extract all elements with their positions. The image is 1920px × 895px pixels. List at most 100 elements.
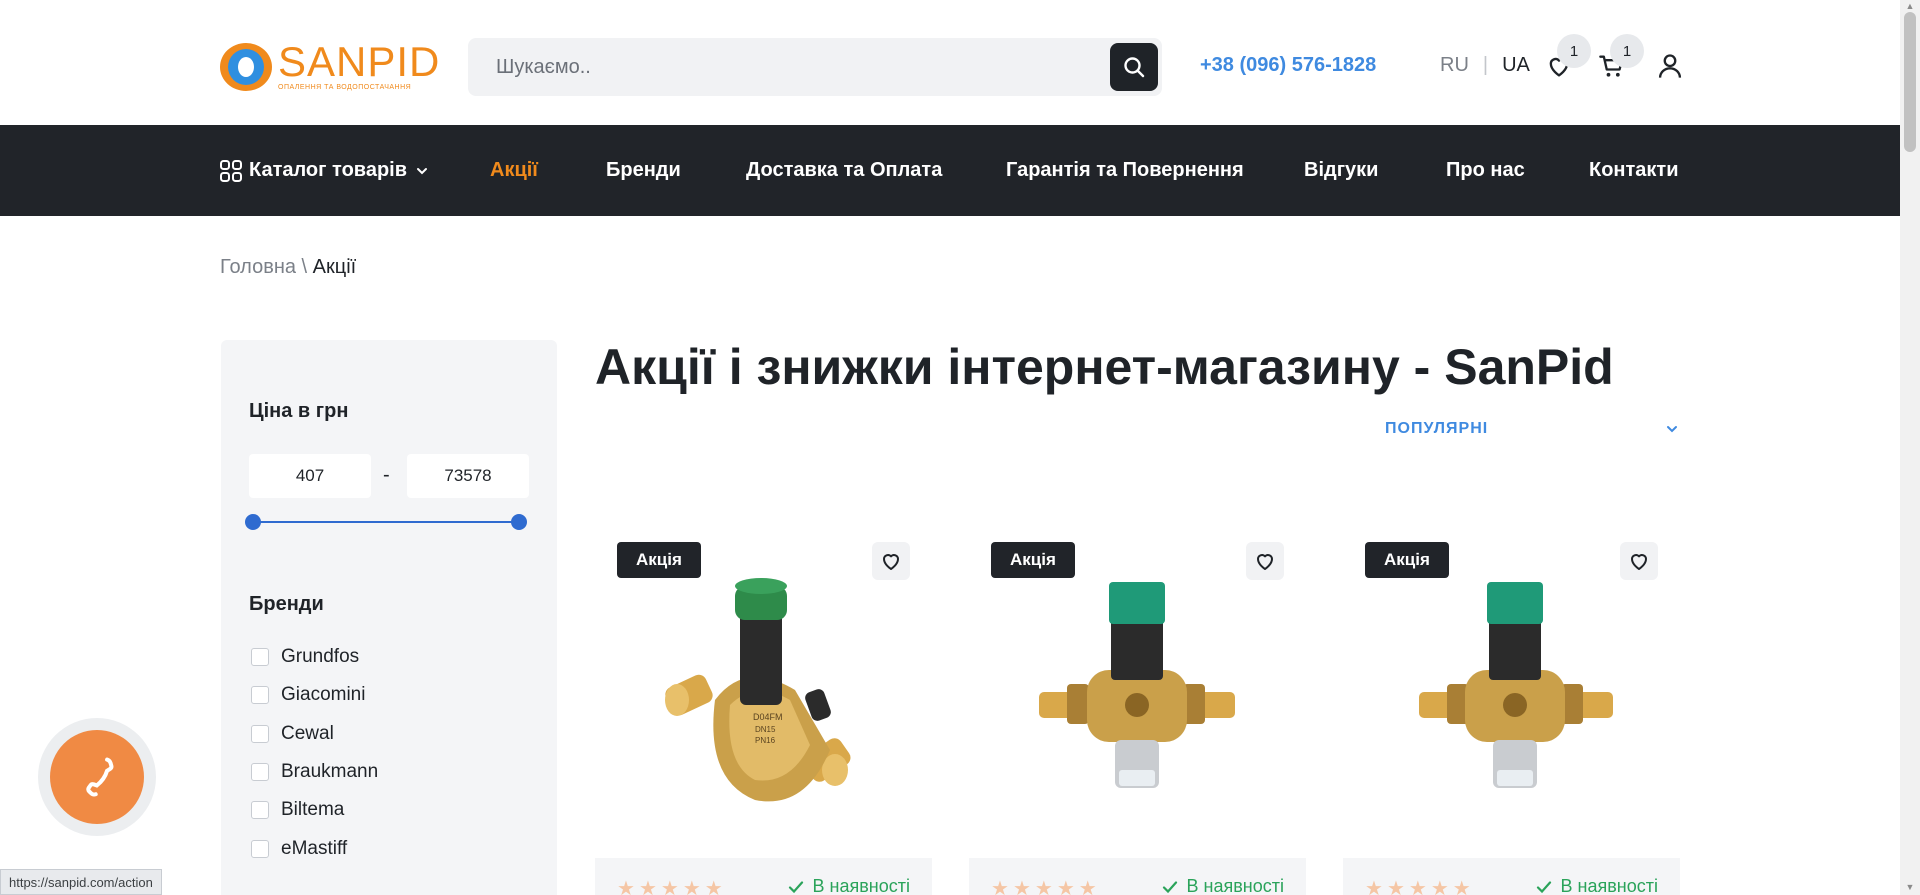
scroll-up-arrow-icon[interactable]: ▲ bbox=[1905, 1, 1915, 11]
nav-delivery[interactable]: Доставка та Оплата bbox=[746, 125, 942, 216]
page-scrollbar[interactable]: ▲ ▼ bbox=[1900, 0, 1920, 895]
search-input[interactable] bbox=[496, 38, 1056, 96]
add-to-wishlist-button[interactable] bbox=[872, 542, 910, 580]
logo-name: SANPID bbox=[278, 38, 441, 85]
pressure-reducer-valve-image bbox=[1419, 582, 1613, 788]
product-card[interactable]: Акція ★ ★ ★ ★ ★ В наявності bbox=[1343, 540, 1680, 895]
star-icon: ★ bbox=[1078, 878, 1097, 895]
checkbox[interactable] bbox=[251, 648, 269, 666]
brand-label: eMastiff bbox=[281, 838, 348, 859]
search-button[interactable] bbox=[1110, 43, 1158, 91]
svg-text:D04FM: D04FM bbox=[753, 712, 783, 722]
star-icon: ★ bbox=[1452, 878, 1471, 895]
site-header: SANPID ОПАЛЕННЯ ТА ВОДОПОСТАЧАННЯ +38 (0… bbox=[0, 0, 1900, 125]
account-button[interactable] bbox=[1656, 52, 1686, 82]
add-to-wishlist-button[interactable] bbox=[1246, 542, 1284, 580]
brand-option-emastiff[interactable]: eMastiff bbox=[251, 838, 347, 860]
chevron-down-icon bbox=[1667, 426, 1677, 433]
nav-about[interactable]: Про нас bbox=[1446, 125, 1525, 216]
check-icon bbox=[1536, 880, 1551, 893]
stock-label: В наявності bbox=[812, 876, 910, 895]
breadcrumb-home[interactable]: Головна bbox=[220, 256, 296, 278]
checkbox[interactable] bbox=[251, 763, 269, 781]
brand-option-biltema[interactable]: Biltema bbox=[251, 799, 344, 821]
sort-select[interactable]: ПОПУЛЯРНІ bbox=[1385, 420, 1679, 438]
star-icon: ★ bbox=[660, 878, 679, 895]
checkbox[interactable] bbox=[251, 801, 269, 819]
checkbox[interactable] bbox=[251, 840, 269, 858]
cart-count-badge: 1 bbox=[1610, 34, 1644, 68]
star-icon: ★ bbox=[617, 878, 635, 895]
star-icon: ★ bbox=[1430, 878, 1449, 895]
heart-icon bbox=[1631, 554, 1647, 570]
wishlist-button[interactable]: 1 bbox=[1545, 34, 1591, 82]
product-card[interactable]: D04FM DN15 PN16 Акція ★ ★ ★ ★ ★ В наявності bbox=[595, 540, 932, 895]
site-logo[interactable]: SANPID ОПАЛЕННЯ ТА ВОДОПОСТАЧАННЯ bbox=[220, 38, 441, 91]
price-filter-title: Ціна в грн bbox=[249, 400, 349, 422]
nav-warranty[interactable]: Гарантія та Повернення bbox=[1006, 125, 1244, 216]
nav-reviews[interactable]: Відгуки bbox=[1304, 125, 1378, 216]
nav-catalog[interactable]: Каталог товарів bbox=[220, 125, 429, 216]
scroll-down-arrow-icon[interactable]: ▼ bbox=[1905, 882, 1915, 892]
nav-brands[interactable]: Бренди bbox=[606, 125, 681, 216]
checkbox[interactable] bbox=[251, 725, 269, 743]
add-to-wishlist-button[interactable] bbox=[1620, 542, 1658, 580]
scrollbar-thumb[interactable] bbox=[1904, 12, 1916, 152]
star-icon: ★ bbox=[1056, 878, 1075, 895]
main-nav: Каталог товарів Акції Бренди Доставка та… bbox=[0, 125, 1900, 216]
lang-ua[interactable]: UA bbox=[1502, 54, 1530, 77]
grid-icon bbox=[220, 159, 242, 182]
promo-tag: Акція bbox=[991, 542, 1075, 578]
status-bar-url: https://sanpid.com/action bbox=[0, 869, 162, 895]
callback-button[interactable] bbox=[38, 718, 156, 836]
user-icon bbox=[1658, 54, 1682, 78]
stock-label: В наявності bbox=[1186, 876, 1284, 895]
logo-icon bbox=[220, 42, 272, 91]
brand-option-braukmann[interactable]: Braukmann bbox=[251, 761, 378, 783]
brand-option-cewal[interactable]: Cewal bbox=[251, 723, 334, 745]
product-card-footer: ★ ★ ★ ★ ★ В наявності bbox=[969, 858, 1306, 895]
rating-stars: ★ ★ ★ ★ ★ bbox=[1365, 876, 1471, 895]
stock-status: В наявності bbox=[1161, 876, 1284, 895]
logo-tagline: ОПАЛЕННЯ ТА ВОДОПОСТАЧАННЯ bbox=[278, 84, 412, 91]
pressure-reducer-valve-image bbox=[1039, 582, 1235, 788]
product-card-footer: ★ ★ ★ ★ ★ В наявності bbox=[595, 858, 932, 895]
breadcrumb-separator: \ bbox=[296, 256, 313, 278]
checkbox[interactable] bbox=[251, 686, 269, 704]
star-icon: ★ bbox=[1386, 878, 1405, 895]
brand-option-giacomini[interactable]: Giacomini bbox=[251, 684, 365, 706]
search-icon bbox=[1124, 57, 1145, 78]
brand-label: Giacomini bbox=[281, 684, 366, 705]
filter-sidebar: Ціна в грн - Бренди Grundfos Giacomini C… bbox=[221, 340, 557, 895]
price-max-input[interactable] bbox=[407, 454, 529, 498]
phone-link[interactable]: +38 (096) 576-1828 bbox=[1200, 54, 1376, 77]
brand-option-grundfos[interactable]: Grundfos bbox=[251, 646, 359, 668]
pressure-reducer-valve-image: D04FM DN15 PN16 bbox=[665, 578, 851, 802]
price-slider-max-handle[interactable] bbox=[511, 514, 527, 530]
chevron-down-icon bbox=[417, 167, 428, 174]
price-range-dash: - bbox=[383, 464, 390, 486]
brand-label: Braukmann bbox=[281, 761, 379, 782]
nav-promotions[interactable]: Акції bbox=[490, 125, 538, 216]
product-image[interactable] bbox=[1343, 540, 1680, 858]
price-slider-track bbox=[253, 521, 519, 523]
product-image[interactable] bbox=[969, 540, 1306, 858]
heart-icon bbox=[1257, 554, 1273, 570]
product-image[interactable]: D04FM DN15 PN16 bbox=[595, 540, 932, 858]
product-card[interactable]: Акція ★ ★ ★ ★ ★ В наявності bbox=[969, 540, 1306, 895]
star-icon: ★ bbox=[638, 878, 657, 895]
search-bar bbox=[468, 38, 1162, 96]
star-icon: ★ bbox=[1034, 878, 1053, 895]
lang-ru[interactable]: RU bbox=[1440, 54, 1469, 77]
check-icon bbox=[1162, 880, 1177, 893]
price-slider-min-handle[interactable] bbox=[245, 514, 261, 530]
nav-contacts[interactable]: Контакти bbox=[1589, 125, 1679, 216]
brand-label: Biltema bbox=[281, 799, 345, 820]
stock-status: В наявності bbox=[787, 876, 910, 895]
phone-icon bbox=[86, 757, 114, 797]
lang-separator: | bbox=[1482, 54, 1489, 76]
price-min-input[interactable] bbox=[249, 454, 371, 498]
sort-label: ПОПУЛЯРНІ bbox=[1385, 420, 1489, 437]
callback-button-inner[interactable] bbox=[50, 730, 144, 824]
cart-button[interactable]: 1 bbox=[1598, 34, 1644, 82]
